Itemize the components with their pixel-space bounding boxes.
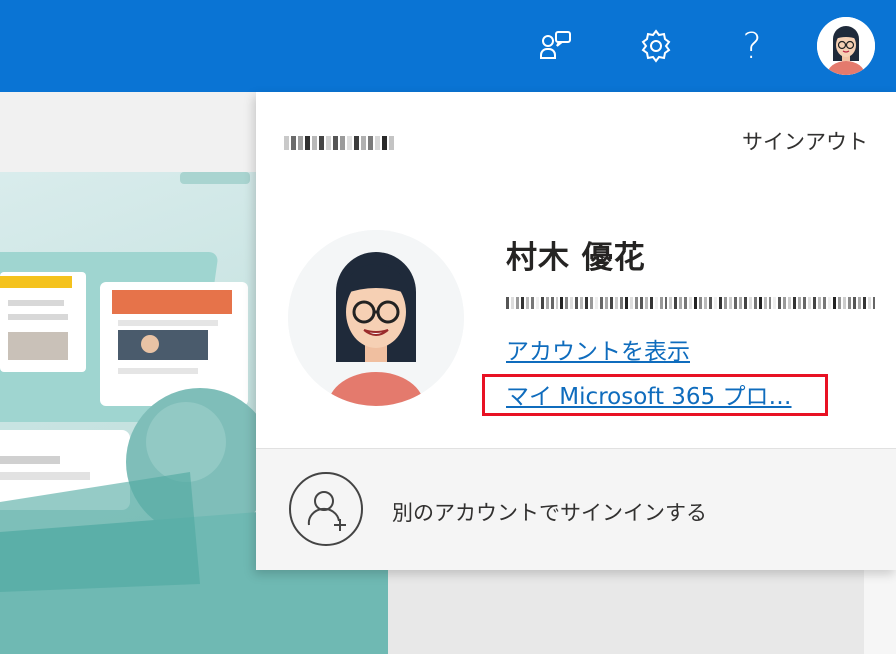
- background-edge: [864, 570, 896, 654]
- help-icon: ?: [742, 25, 762, 67]
- highlight-box: [482, 374, 828, 416]
- account-flyout: サインアウト 村木 優花 アカウントを表示 マイ Microsoft 365 プ…: [256, 92, 896, 570]
- help-button[interactable]: ?: [724, 18, 780, 74]
- top-bar: ?: [0, 0, 896, 92]
- user-display-name: 村木 優花: [506, 240, 646, 276]
- sign-in-other-account-button[interactable]: 別のアカウントでサインインする: [256, 449, 896, 570]
- account-avatar-button[interactable]: [817, 17, 875, 75]
- view-account-link[interactable]: アカウントを表示: [506, 332, 690, 366]
- user-avatar: [288, 230, 464, 406]
- feedback-icon: [540, 31, 571, 59]
- avatar: [817, 17, 875, 75]
- add-person-icon: [289, 472, 363, 546]
- background-content-area: [388, 570, 864, 654]
- settings-button[interactable]: [628, 18, 684, 74]
- feedback-button[interactable]: [528, 18, 584, 74]
- organization-name-redacted: [284, 132, 394, 154]
- sign-in-other-account-label: 別のアカウントでサインインする: [392, 501, 707, 525]
- user-email-redacted: [506, 292, 876, 314]
- sign-out-link[interactable]: サインアウト: [742, 126, 868, 156]
- gear-icon: [641, 29, 671, 63]
